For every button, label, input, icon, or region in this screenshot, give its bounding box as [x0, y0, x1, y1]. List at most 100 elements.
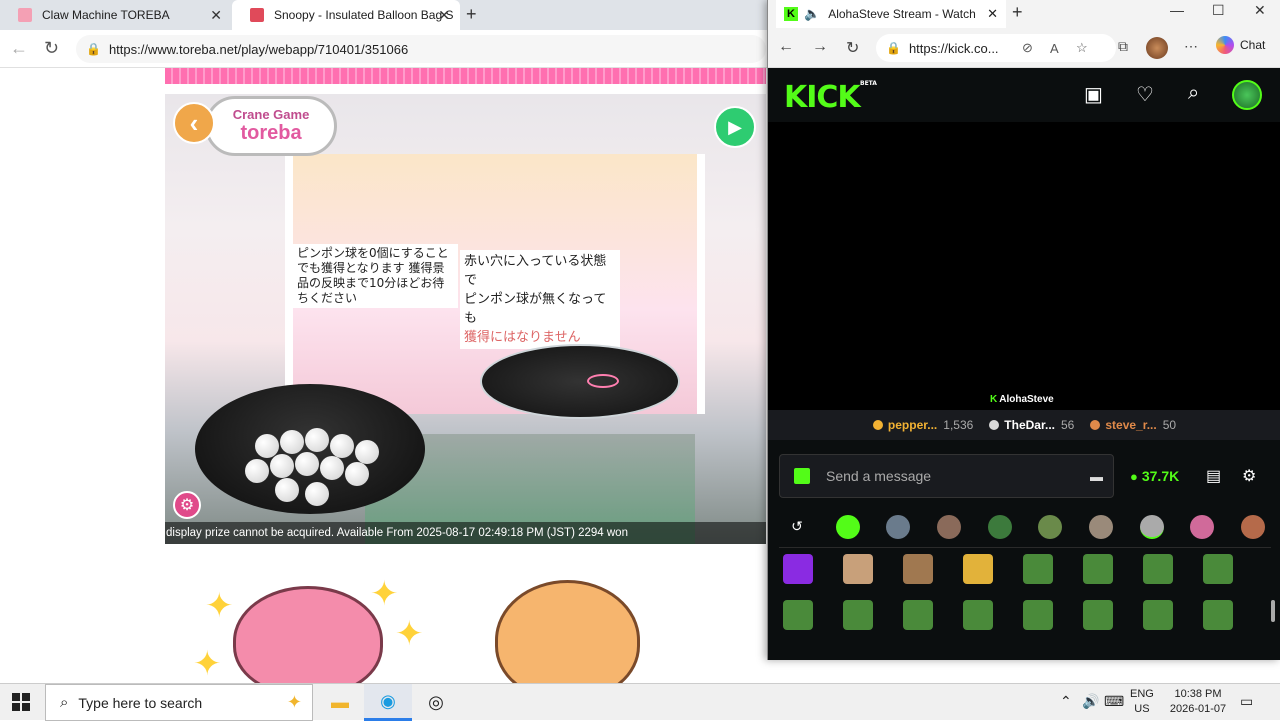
logo-big-text: toreba [240, 122, 302, 144]
close-tab-icon[interactable]: ✕ [987, 6, 998, 22]
subscriptions-icon[interactable]: ▣ [1084, 82, 1103, 107]
close-tab-icon[interactable]: ✕ [438, 7, 450, 24]
windows-start-icon[interactable] [12, 693, 30, 711]
channel-emotes-tab-active[interactable] [1139, 514, 1164, 539]
leader-value: 1,536 [943, 418, 974, 432]
toreba-favicon-icon [18, 8, 32, 22]
emote[interactable] [843, 554, 873, 584]
keyboard-icon[interactable]: ⌨ [1104, 693, 1124, 710]
leaderboard-entry[interactable]: steve_r... 50 [1090, 418, 1176, 432]
tab-toreba[interactable]: Claw Machine TOREBA ✕ [0, 0, 232, 30]
maximize-icon[interactable]: ☐ [1212, 2, 1225, 19]
reload-icon[interactable]: ↻ [44, 38, 59, 59]
sign-line: ピンポン球が無くなっても [464, 292, 607, 326]
channel-points[interactable]: ● 37.7K [1130, 468, 1179, 484]
chat-message-input[interactable]: Send a message ▬ [779, 454, 1114, 498]
emote[interactable] [1083, 554, 1113, 584]
channel-emotes-tab[interactable] [1088, 514, 1113, 539]
prize-ticker: display prize cannot be acquired. Availa… [165, 522, 766, 544]
camera-switch-button[interactable]: ▶ [714, 106, 756, 148]
tab-snoopy[interactable]: Snoopy - Insulated Balloon Bag S ✕ [232, 0, 460, 30]
leaderboard-entry[interactable]: pepper... 1,536 [872, 418, 974, 432]
emote-scrollbar[interactable] [1271, 600, 1275, 622]
stream-video-player[interactable] [768, 122, 1280, 410]
emote[interactable] [843, 600, 873, 630]
following-heart-icon[interactable]: ♡ [1136, 82, 1154, 107]
new-tab-plus-icon[interactable]: + [1012, 2, 1023, 23]
emote[interactable] [963, 554, 993, 584]
chat-settings-gear-icon[interactable]: ⚙ [1242, 466, 1256, 486]
tracking-prevention-icon[interactable]: ⊘ [1022, 40, 1033, 56]
channel-emotes-tab[interactable] [1240, 514, 1265, 539]
profile-avatar[interactable] [1146, 37, 1168, 59]
streamer-tag: K AlohaSteve [990, 394, 1054, 405]
emote[interactable] [1143, 554, 1173, 584]
extensions-icon[interactable]: ⧉ [1118, 38, 1128, 55]
store-icon[interactable]: ▤ [1206, 466, 1221, 486]
emote[interactable] [1023, 554, 1053, 584]
emote[interactable] [1203, 600, 1233, 630]
emote[interactable] [963, 600, 993, 630]
minimize-icon[interactable]: — [1170, 2, 1184, 18]
tab-kick[interactable]: K 🔈 AlohaSteve Stream - Watch Live ✕ [776, 0, 1006, 28]
taskbar-search-box[interactable]: ⌕ Type here to search ✦ [45, 684, 313, 721]
tab-title: Claw Machine TOREBA [42, 8, 170, 22]
kick-header: KICK BETA ▣ ♡ ⌕ [768, 68, 1280, 122]
back-arrow-icon[interactable]: ← [10, 38, 28, 59]
notifications-icon[interactable]: ▭ [1240, 693, 1253, 710]
close-window-icon[interactable]: ✕ [1254, 2, 1266, 19]
channel-emotes-tab[interactable] [886, 514, 911, 539]
back-button[interactable]: ‹ [173, 102, 215, 144]
system-clock[interactable]: 10:38 PM 2026-01-07 [1162, 687, 1234, 717]
kick-logo[interactable]: KICK BETA [784, 80, 877, 115]
back-arrow-icon[interactable]: ← [778, 38, 794, 56]
edge-browser-icon[interactable]: ◉ [364, 684, 412, 721]
forward-arrow-icon[interactable]: → [812, 38, 828, 56]
read-aloud-icon[interactable]: A [1050, 41, 1059, 56]
input-language[interactable]: ENG US [1130, 687, 1154, 717]
emote-keyboard-icon[interactable]: ▬ [1090, 469, 1103, 484]
emote[interactable] [1203, 554, 1233, 584]
snoopy-favicon-icon [250, 8, 264, 22]
copilot-chat-button[interactable]: Chat [1216, 36, 1265, 54]
url-field[interactable]: 🔒 https://www.toreba.net/play/webapp/710… [76, 35, 766, 63]
windows-taskbar: ⌕ Type here to search ✦ ▬ ◉ ◎ ⌃ 🔊 ⌨ ENG … [0, 683, 1280, 721]
speaker-icon[interactable]: 🔈 [804, 6, 820, 22]
emote[interactable] [903, 554, 933, 584]
favorite-star-icon[interactable]: ☆ [1076, 40, 1088, 56]
reload-icon[interactable]: ↻ [846, 38, 859, 58]
leader-name: pepper... [887, 418, 938, 432]
ping-pong-ball [305, 428, 329, 452]
kick-emotes-icon[interactable] [835, 514, 860, 539]
emote[interactable] [1023, 600, 1053, 630]
user-avatar[interactable] [1232, 80, 1262, 110]
emote[interactable] [783, 554, 813, 584]
more-menu-icon[interactable]: ⋯ [1184, 38, 1198, 55]
file-explorer-icon[interactable]: ▬ [316, 684, 364, 721]
volume-icon[interactable]: 🔊 [1082, 693, 1099, 710]
close-tab-icon[interactable]: ✕ [210, 7, 222, 24]
emote[interactable] [783, 600, 813, 630]
channel-emotes-tab[interactable] [987, 514, 1012, 539]
emote[interactable] [1083, 600, 1113, 630]
obs-app-icon[interactable]: ◎ [412, 684, 460, 721]
leader-name: steve_r... [1105, 418, 1157, 432]
search-icon[interactable]: ⌕ [1188, 82, 1199, 105]
leaderboard-entry[interactable]: TheDar... 56 [989, 418, 1074, 432]
tray-chevron-up-icon[interactable]: ⌃ [1060, 693, 1072, 710]
settings-gear-button[interactable]: ⚙ [173, 491, 201, 519]
search-placeholder: Type here to search [78, 694, 203, 711]
ping-pong-ball [305, 482, 329, 506]
ping-pong-ball [345, 462, 369, 486]
new-tab-plus-icon[interactable]: + [466, 4, 477, 25]
channel-emotes-tab[interactable] [936, 514, 961, 539]
points-icon: ● [1130, 468, 1138, 484]
gift-icon[interactable] [794, 468, 810, 484]
emote[interactable] [1143, 600, 1173, 630]
kick-url-field[interactable]: 🔒 https://kick.co... ⊘ A ☆ [876, 34, 1116, 62]
channel-emotes-tab[interactable] [1190, 514, 1215, 539]
recent-emotes-icon[interactable]: ↺ [785, 515, 809, 539]
channel-emotes-tab[interactable] [1038, 514, 1063, 539]
kick-titlebar: K 🔈 AlohaSteve Stream - Watch Live ✕ + —… [768, 0, 1280, 28]
emote[interactable] [903, 600, 933, 630]
